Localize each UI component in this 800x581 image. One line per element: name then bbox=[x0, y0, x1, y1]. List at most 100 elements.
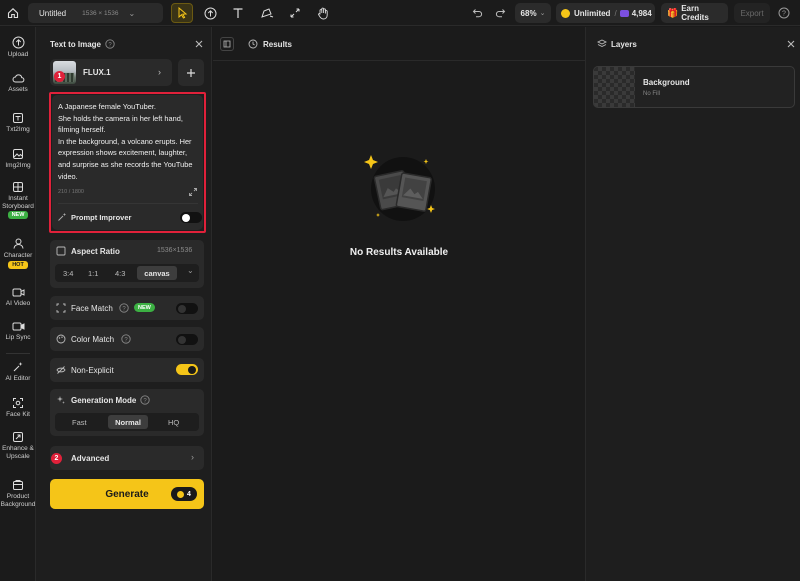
layer-item[interactable]: Background No Fill bbox=[593, 66, 795, 108]
rail-label: AI Video bbox=[5, 300, 31, 307]
empty-state-text: No Results Available bbox=[349, 247, 449, 258]
magic-wand-icon bbox=[57, 212, 67, 222]
model-selector[interactable]: 1 FLUX.1 › bbox=[50, 59, 172, 86]
plan-label: Unlimited bbox=[574, 8, 611, 18]
export-button[interactable]: Export bbox=[734, 3, 770, 23]
rail-face-kit[interactable]: Face Kit bbox=[0, 397, 36, 419]
rail-divider bbox=[6, 353, 30, 354]
select-tool[interactable] bbox=[171, 3, 193, 23]
upscale-icon bbox=[13, 432, 23, 442]
rail-label: Character bbox=[3, 252, 33, 259]
layer-name: Background bbox=[643, 78, 690, 87]
aspect-ratio-icon bbox=[56, 246, 66, 256]
non-explicit-row: Non-Explicit bbox=[50, 358, 204, 382]
help-icon[interactable]: ? bbox=[105, 39, 115, 49]
rail-upload[interactable]: Upload bbox=[0, 36, 36, 59]
earn-credits-button[interactable]: 🎁 Earn Credits bbox=[661, 3, 728, 23]
mode-normal[interactable]: Normal bbox=[108, 415, 148, 429]
text-tool[interactable] bbox=[227, 3, 249, 23]
prompt-box: A Japanese female YouTuber. She holds th… bbox=[52, 95, 203, 230]
close-icon[interactable] bbox=[786, 39, 796, 49]
rail-txt2img[interactable]: Txt2Img bbox=[0, 112, 36, 134]
aspect-option-canvas[interactable]: canvas bbox=[137, 266, 177, 280]
collapse-panel-button[interactable] bbox=[220, 37, 234, 51]
color-match-toggle[interactable] bbox=[176, 334, 198, 345]
add-model-button[interactable] bbox=[178, 59, 204, 86]
layers-icon bbox=[597, 39, 607, 49]
close-icon[interactable] bbox=[194, 39, 204, 49]
help-icon[interactable]: ? bbox=[119, 303, 129, 313]
face-kit-icon bbox=[13, 398, 23, 408]
step-marker-2: 2 bbox=[51, 453, 62, 464]
project-name: Untitled bbox=[39, 8, 67, 18]
sidebar-toggle-icon bbox=[223, 40, 231, 48]
face-match-toggle[interactable] bbox=[176, 303, 198, 314]
zoom-selector[interactable]: 68% ⌄ bbox=[515, 3, 551, 23]
generate-button[interactable]: Generate 4 bbox=[50, 479, 204, 509]
help-icon[interactable]: ? bbox=[140, 395, 150, 405]
hand-icon bbox=[318, 7, 328, 19]
storyboard-icon bbox=[13, 182, 23, 192]
credits-pill[interactable]: Unlimited / 4,984 bbox=[556, 3, 655, 23]
layers-panel: Layers Background No Fill bbox=[585, 27, 800, 581]
aspect-ratio-options: 3:4 1:1 4:3 canvas ⌄ bbox=[55, 264, 199, 282]
plus-icon bbox=[187, 68, 195, 77]
rail-enhance-upscale[interactable]: Enhance & Upscale bbox=[0, 431, 36, 460]
color-match-label: Color Match bbox=[71, 335, 115, 344]
undo-icon bbox=[472, 9, 482, 18]
aspect-option-4-3[interactable]: 4:3 bbox=[115, 269, 125, 278]
rail-ai-editor[interactable]: AI Editor bbox=[0, 361, 36, 383]
prompt-improver-toggle[interactable] bbox=[180, 212, 202, 223]
canvas-size: 1536 × 1536 bbox=[82, 9, 119, 17]
results-title: Results bbox=[263, 40, 292, 49]
color-match-row: Color Match ? bbox=[50, 327, 204, 351]
cost-value: 4 bbox=[187, 490, 191, 498]
advanced-row[interactable]: 2 Advanced › bbox=[50, 446, 204, 470]
history-icon bbox=[248, 39, 258, 49]
help-icon[interactable]: ? bbox=[121, 334, 131, 344]
undo-button[interactable] bbox=[466, 3, 488, 23]
upload-tool[interactable] bbox=[199, 3, 221, 23]
mode-fast[interactable]: Fast bbox=[72, 418, 87, 427]
rail-label: Product Background bbox=[0, 493, 36, 508]
non-explicit-toggle[interactable] bbox=[176, 364, 198, 375]
expand-icon[interactable] bbox=[188, 187, 198, 197]
redo-icon bbox=[495, 9, 505, 18]
pan-tool[interactable] bbox=[312, 3, 334, 23]
aspect-option-3-4[interactable]: 3:4 bbox=[63, 269, 73, 278]
arrows-icon bbox=[290, 8, 300, 18]
project-selector[interactable]: Untitled 1536 × 1536 ⌄ bbox=[28, 3, 163, 23]
chevron-down-icon: ⌄ bbox=[539, 10, 546, 17]
img2img-icon bbox=[13, 149, 23, 159]
toggle-knob bbox=[182, 213, 190, 222]
chevron-down-icon[interactable]: ⌄ bbox=[187, 266, 194, 275]
redo-button[interactable] bbox=[489, 3, 511, 23]
earn-credits-label: Earn Credits bbox=[681, 4, 709, 22]
rail-product-background[interactable]: Product Background bbox=[0, 479, 36, 508]
rail-lip-sync[interactable]: Lip Sync bbox=[0, 321, 36, 342]
rail-assets[interactable]: Assets bbox=[0, 72, 36, 94]
rail-ai-video[interactable]: AI Video bbox=[0, 287, 36, 308]
rail-label: Lip Sync bbox=[5, 334, 31, 341]
char-count: 210 / 1800 bbox=[58, 189, 84, 195]
resize-tool[interactable] bbox=[284, 3, 306, 23]
aspect-ratio-value: 1536×1536 bbox=[157, 247, 193, 254]
face-match-label: Face Match bbox=[71, 304, 113, 313]
aspect-option-1-1[interactable]: 1:1 bbox=[88, 269, 98, 278]
toggle-knob bbox=[188, 365, 196, 374]
rail-character[interactable]: Character HOT bbox=[0, 237, 36, 269]
home-icon[interactable] bbox=[2, 3, 24, 23]
rail-label: Instant Storyboard bbox=[2, 195, 34, 210]
prompt-improver-label: Prompt Improver bbox=[71, 213, 132, 222]
panel-title: Text to Image bbox=[50, 40, 101, 49]
face-match-row: Face Match ? NEW bbox=[50, 296, 204, 320]
shape-tool[interactable] bbox=[256, 3, 278, 23]
help-button[interactable]: ? bbox=[773, 3, 795, 23]
upload-icon bbox=[12, 36, 24, 49]
rail-instant-storyboard[interactable]: Instant Storyboard NEW bbox=[0, 181, 36, 219]
prompt-textarea[interactable]: A Japanese female YouTuber. She holds th… bbox=[58, 101, 200, 182]
rail-img2img[interactable]: Img2Img bbox=[0, 148, 36, 170]
mode-hq[interactable]: HQ bbox=[168, 418, 179, 427]
aspect-ratio-label: Aspect Ratio bbox=[71, 247, 120, 256]
separator: / bbox=[614, 8, 617, 18]
